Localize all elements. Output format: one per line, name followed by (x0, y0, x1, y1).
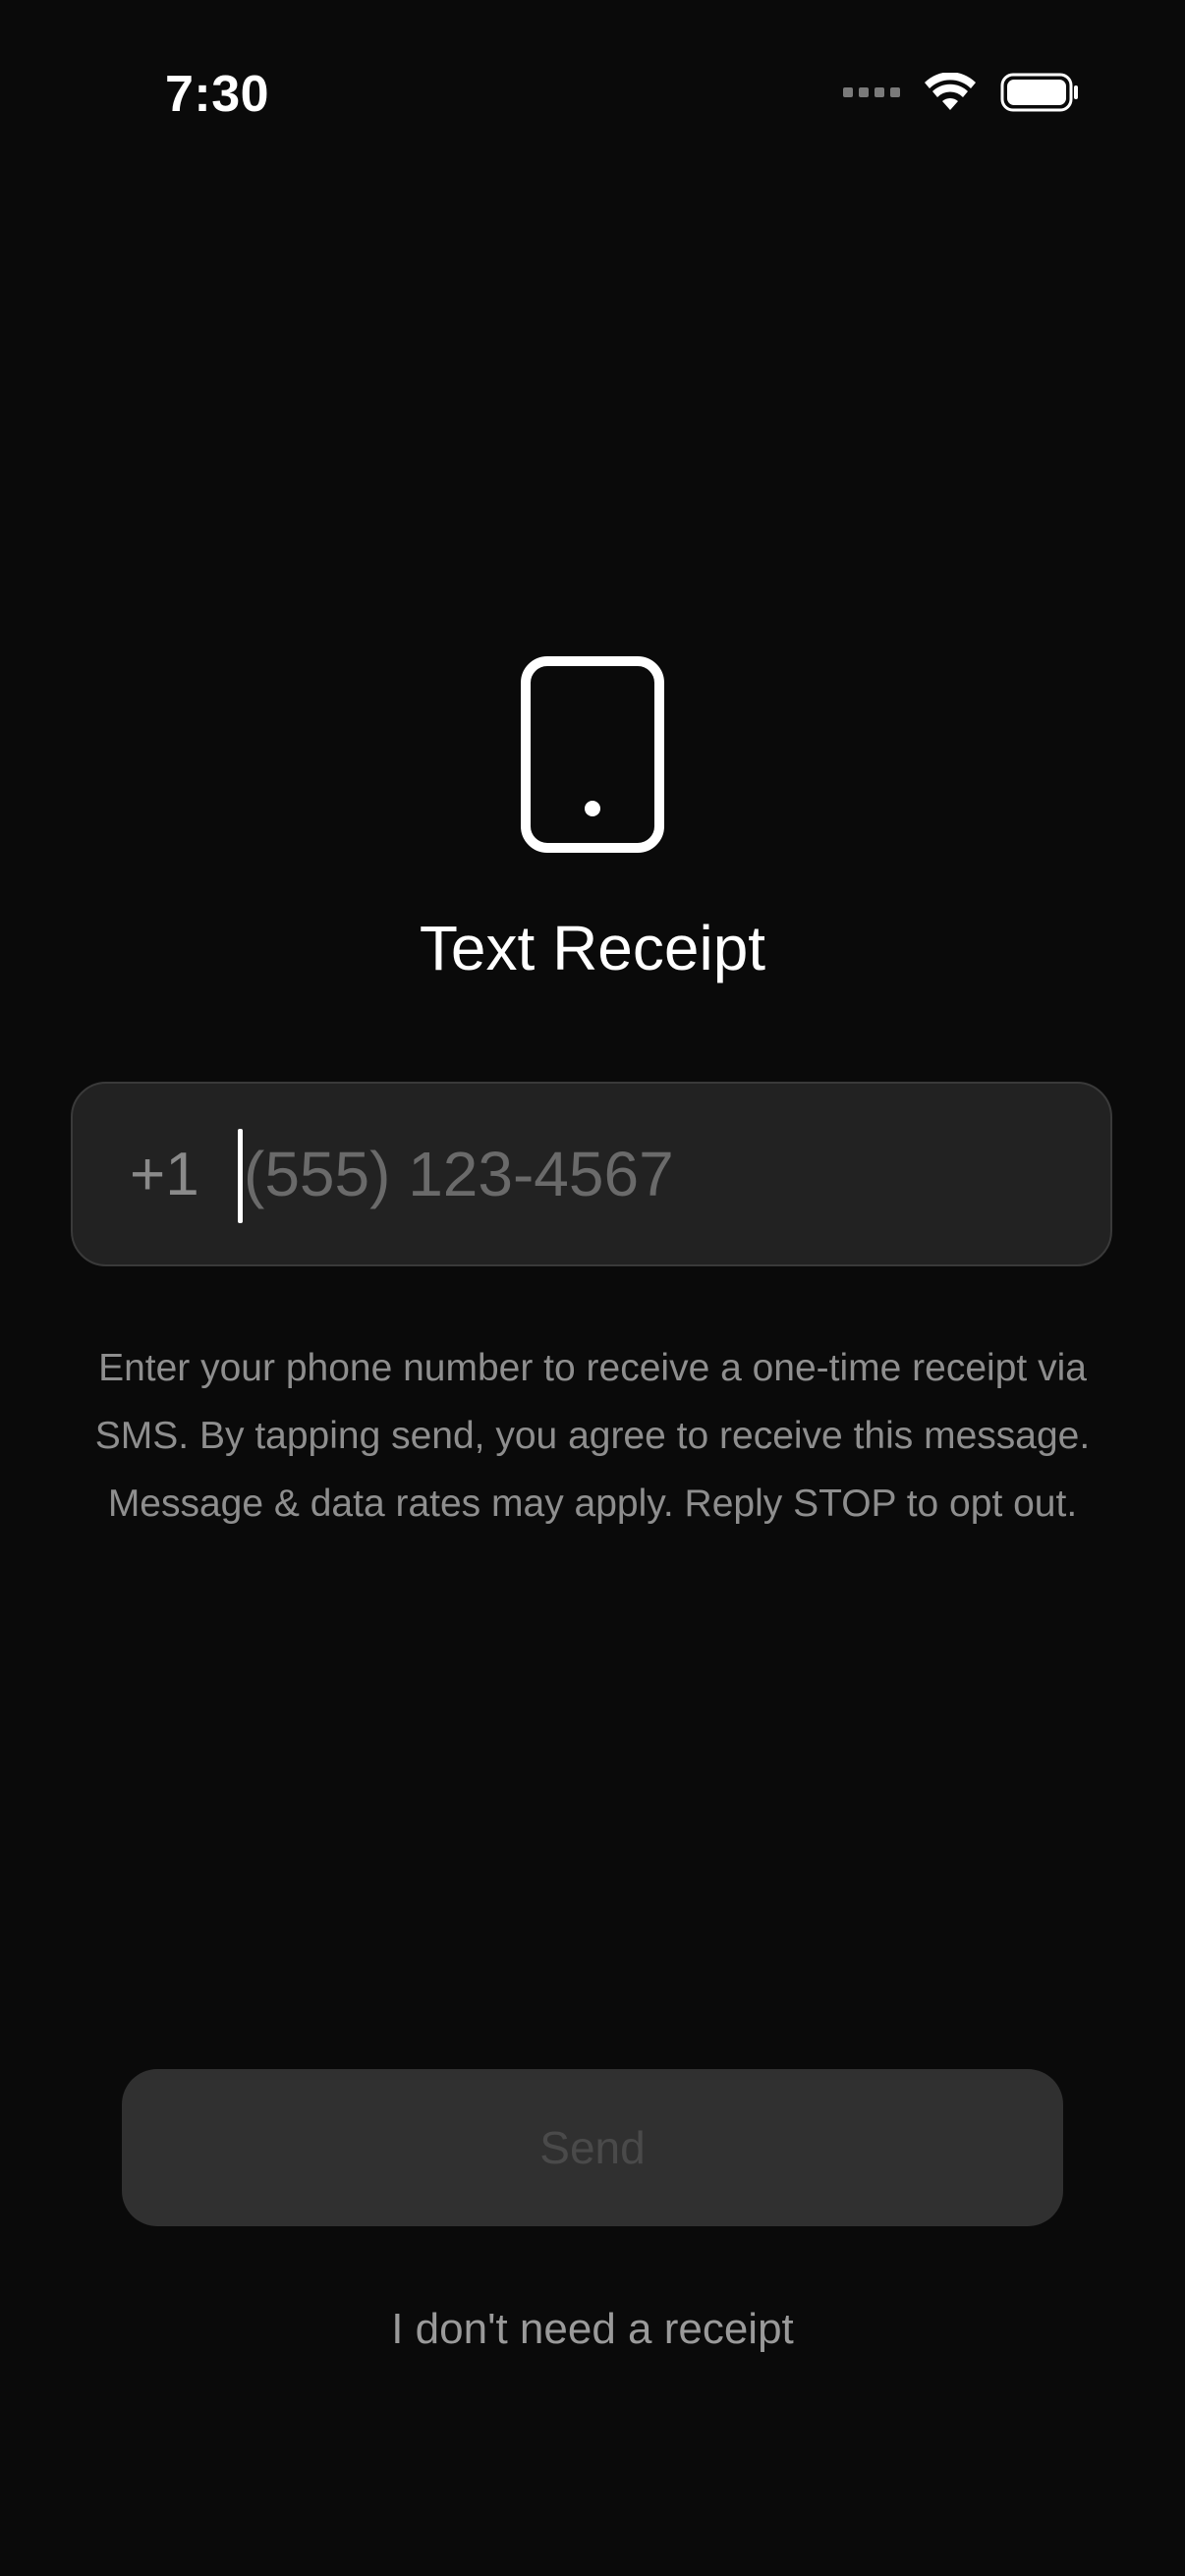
text-caret (238, 1129, 243, 1223)
status-time: 7:30 (165, 66, 270, 123)
phone-number-field[interactable]: +1 (71, 1082, 1112, 1266)
cellular-signal-icon (843, 87, 900, 97)
sms-disclaimer: Enter your phone number to receive a one… (94, 1347, 1091, 1525)
status-indicators (843, 73, 1079, 112)
battery-icon (1000, 73, 1078, 112)
skip-receipt-link[interactable]: I don't need a receipt (0, 2305, 1185, 2354)
country-code[interactable]: +1 (130, 1140, 199, 1209)
phone-number-input[interactable] (244, 1084, 1069, 1264)
wifi-icon (925, 73, 976, 110)
text-receipt-screen: 7:30 Text Receipt +1 Enter your phone nu… (0, 0, 1185, 2576)
phone-icon (521, 656, 664, 853)
page-title: Text Receipt (419, 913, 766, 983)
send-button[interactable]: Send (122, 2069, 1063, 2226)
